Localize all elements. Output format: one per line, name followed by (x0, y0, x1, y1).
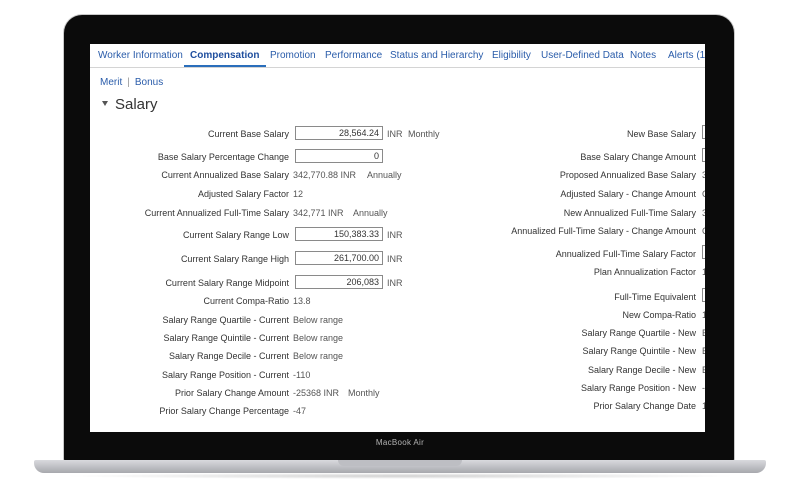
adjusted-salary-factor-value: 12 (293, 189, 304, 199)
tab-eligibility[interactable]: Eligibility (492, 50, 531, 61)
prior-salary-change-date-value: 1 (702, 401, 705, 411)
current-annualized-base-salary-label: Current Annualized Base Salary (161, 170, 289, 180)
new-compa-ratio-label: New Compa-Ratio (622, 310, 696, 320)
current-salary-range-high-field[interactable]: 261,700.00 (295, 251, 383, 265)
current-compa-ratio-label: Current Compa-Ratio (203, 296, 289, 306)
annualized-fulltime-salary-change-amount-value: C (702, 226, 705, 236)
laptop-notch (338, 460, 462, 466)
current-salary-range-low-label: Current Salary Range Low (182, 230, 289, 240)
tab-worker-information[interactable]: Worker Information (98, 50, 183, 61)
range-position-current-value: -110 (293, 370, 311, 380)
range-quintile-new-label: Salary Range Quintile - New (582, 346, 696, 356)
current-salary-range-high-unit: INR (387, 254, 403, 264)
tab-user-defined-data[interactable]: User-Defined Data (541, 50, 624, 61)
sub-navigation: Merit | Bonus (100, 77, 163, 88)
proposed-annualized-base-salary-value: 3 (702, 170, 705, 180)
app-screen: Worker Information Compensation Promotio… (90, 44, 705, 432)
current-base-salary-field[interactable]: 28,564.24 (295, 126, 383, 140)
base-salary-pct-change-field[interactable]: 0 (295, 149, 383, 163)
current-annualized-base-salary-value: 342,770.88 INR (293, 170, 357, 180)
range-decile-new-value: E (702, 365, 705, 375)
range-position-current-label: Salary Range Position - Current (161, 370, 289, 380)
plan-annualization-factor-value: 1 (702, 267, 705, 277)
current-base-salary-label: Current Base Salary (207, 129, 289, 139)
new-compa-ratio-value: 1 (702, 310, 705, 320)
current-annualized-base-salary-period: Annually (367, 170, 402, 180)
merit-link[interactable]: Merit (100, 77, 122, 88)
current-annualized-fulltime-salary-value: 342,771 INR (293, 208, 344, 218)
active-tab-indicator (184, 65, 266, 67)
prior-salary-change-amount-value: -25368 INR (293, 388, 340, 398)
current-annualized-fulltime-salary-period: Annually (353, 208, 388, 218)
range-quintile-current-value: Below range (293, 333, 344, 343)
fulltime-equivalent-label: Full-Time Equivalent (614, 292, 696, 302)
prior-salary-change-pct-label: Prior Salary Change Percentage (159, 406, 289, 416)
current-salary-range-midpoint-unit: INR (387, 278, 403, 288)
section-title: Salary (115, 96, 158, 113)
fulltime-equivalent-field[interactable] (702, 288, 705, 302)
base-salary-change-amount-field[interactable] (702, 148, 705, 162)
range-position-new-value: - (702, 383, 705, 393)
base-salary-pct-change-label: Base Salary Percentage Change (157, 152, 289, 162)
current-salary-range-low-unit: INR (387, 230, 403, 240)
new-base-salary-field[interactable] (702, 125, 705, 139)
tab-promotion[interactable]: Promotion (270, 50, 316, 61)
device-brand-label: MacBook Air (375, 438, 425, 447)
new-annualized-fulltime-salary-label: New Annualized Full-Time Salary (563, 208, 696, 218)
laptop-shadow (60, 473, 740, 479)
tab-alerts[interactable]: Alerts (1 (668, 50, 705, 61)
current-salary-range-midpoint-field[interactable]: 206,083 (295, 275, 383, 289)
range-quintile-new-value: E (702, 346, 705, 356)
tab-notes[interactable]: Notes (630, 50, 656, 61)
prior-salary-change-amount-label: Prior Salary Change Amount (174, 388, 289, 398)
annualized-fulltime-salary-factor-field[interactable] (702, 245, 705, 259)
tab-bar: Worker Information Compensation Promotio… (90, 44, 705, 68)
range-decile-current-value: Below range (293, 351, 344, 361)
range-position-new-label: Salary Range Position - New (580, 383, 696, 393)
new-base-salary-label: New Base Salary (626, 129, 696, 139)
current-salary-range-low-field[interactable]: 150,383.33 (295, 227, 383, 241)
current-annualized-fulltime-salary-label: Current Annualized Full-Time Salary (144, 208, 289, 218)
base-salary-change-amount-label: Base Salary Change Amount (580, 152, 696, 162)
prior-salary-change-date-label: Prior Salary Change Date (593, 401, 696, 411)
range-quartile-new-value: E (702, 328, 705, 338)
range-quintile-current-label: Salary Range Quintile - Current (163, 333, 289, 343)
prior-salary-change-pct-value: -47 (293, 406, 307, 416)
adjusted-salary-change-amount-value: C (702, 189, 705, 199)
range-decile-new-label: Salary Range Decile - New (587, 365, 696, 375)
range-quartile-current-value: Below range (293, 315, 344, 325)
adjusted-salary-factor-label: Adjusted Salary Factor (197, 189, 289, 199)
range-quartile-current-label: Salary Range Quartile - Current (162, 315, 289, 325)
range-quartile-new-label: Salary Range Quartile - New (581, 328, 696, 338)
range-decile-current-label: Salary Range Decile - Current (168, 351, 289, 361)
annualized-fulltime-salary-change-amount-label: Annualized Full-Time Salary - Change Amo… (511, 226, 696, 236)
new-annualized-fulltime-salary-value: 3 (702, 208, 705, 218)
adjusted-salary-change-amount-label: Adjusted Salary - Change Amount (560, 189, 696, 199)
tab-status-and-hierarchy[interactable]: Status and Hierarchy (390, 50, 483, 61)
current-salary-range-high-label: Current Salary Range High (180, 254, 289, 264)
current-base-salary-period: Monthly (408, 129, 440, 139)
current-salary-range-midpoint-label: Current Salary Range Midpoint (165, 278, 289, 288)
plan-annualization-factor-label: Plan Annualization Factor (593, 267, 696, 277)
current-compa-ratio-value: 13.8 (293, 296, 311, 306)
prior-salary-change-amount-period: Monthly (348, 388, 380, 398)
subnav-separator: | (127, 77, 130, 88)
proposed-annualized-base-salary-label: Proposed Annualized Base Salary (559, 170, 696, 180)
annualized-fulltime-salary-factor-label: Annualized Full-Time Salary Factor (555, 249, 696, 259)
tab-compensation[interactable]: Compensation (190, 50, 259, 61)
bonus-link[interactable]: Bonus (135, 77, 163, 88)
tab-performance[interactable]: Performance (325, 50, 382, 61)
current-base-salary-unit: INR (387, 129, 403, 139)
